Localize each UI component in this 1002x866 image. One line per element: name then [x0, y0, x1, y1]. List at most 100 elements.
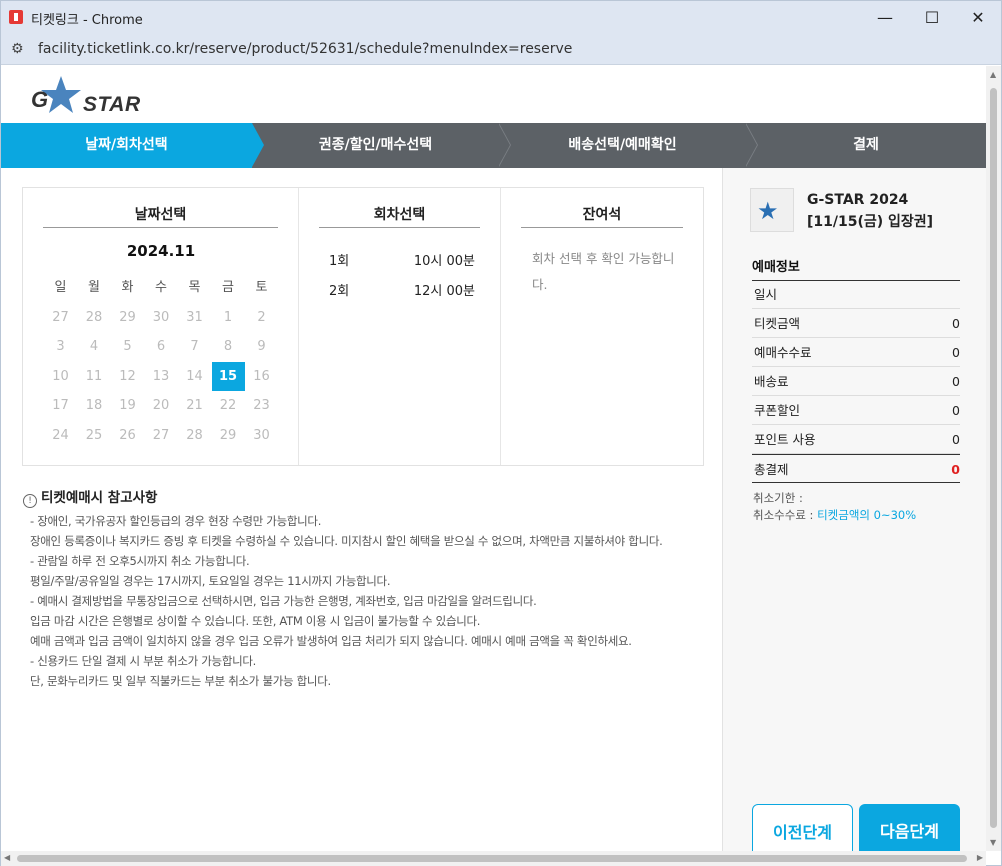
weekday-label: 일 [54, 280, 67, 295]
calendar-day: 26 [119, 427, 136, 443]
total-payment-label: 총결제 [754, 462, 789, 477]
session-round: 2회 [329, 284, 350, 299]
scroll-left-icon[interactable]: ◀ [4, 853, 10, 862]
scroll-right-icon[interactable]: ▶ [977, 853, 983, 862]
summary-value: 0 [952, 316, 960, 331]
maximize-button[interactable]: ☐ [909, 1, 955, 34]
step-navigation: 날짜/회차선택 권종/할인/매수선택 배송선택/예매확인 결제 [1, 123, 986, 168]
summary-row: 쿠폰할인 0 [752, 396, 960, 425]
weekday-label: 토 [255, 280, 268, 295]
summary-value: 0 [952, 345, 960, 360]
calendar-day: 27 [52, 309, 69, 325]
calendar-day: 28 [85, 309, 103, 325]
horizontal-scrollbar[interactable]: ◀ ▶ [1, 851, 986, 866]
note-line: 단, 문화누리카드 및 일부 직불카드는 부분 취소가 불가능 합니다. [30, 674, 331, 688]
cancel-policy: 취소기한 : 취소수수료 : 티켓금액의 0~30% [753, 490, 916, 524]
cancel-deadline-label: 취소기한 : [753, 491, 803, 505]
summary-row: 포인트 사용 0 [752, 425, 960, 454]
calendar-day: 30 [253, 427, 270, 443]
weekday-label: 수 [155, 280, 167, 295]
note-line: 입금 마감 시간은 은행별로 상이할 수 있습니다. 또한, ATM 이용 시 … [30, 614, 481, 628]
gstar-star-icon: G [31, 76, 81, 113]
summary-label: 쿠폰할인 [754, 403, 801, 418]
weekday-label: 화 [121, 280, 134, 295]
close-window-button[interactable]: ✕ [955, 1, 1001, 34]
calendar-day: 19 [119, 398, 136, 413]
calendar-day: 21 [186, 398, 203, 413]
calendar-day: 13 [152, 368, 170, 384]
summary-row: 배송료 0 [752, 367, 960, 396]
session-time: 10시 00분 [413, 254, 475, 269]
address-bar: ⚙ facility.ticketlink.co.kr/reserve/prod… [1, 34, 1001, 65]
session-option[interactable]: 1회 10시 00분 [329, 250, 475, 270]
next-step-button[interactable]: 다음단계 [859, 804, 960, 851]
browser-window: 티켓링크 - Chrome — ☐ ✕ ⚙ facility.ticketlin… [0, 0, 1002, 866]
calendar-day: 14 [186, 368, 203, 384]
step-1: 날짜/회차선택 [1, 123, 252, 168]
remaining-seats-heading: 잔여석 [521, 204, 683, 228]
calendar-day: 12 [119, 368, 136, 384]
calendar-day: 9 [257, 339, 266, 354]
selection-box: 날짜선택 회차선택 잔여석 2024.11 일 월 화 수 목 금 토 27 28 29 30 31 1… [22, 187, 704, 466]
gstar-logo[interactable]: G STAR [31, 74, 161, 116]
calendar-day: 1 [223, 309, 233, 325]
session-select-heading: 회차선택 [319, 204, 480, 228]
divider [500, 188, 501, 465]
notes-list: - 장애인, 국가유공자 할인등급의 경우 현장 수령만 가능합니다. 장애인 등… [30, 511, 710, 691]
horizontal-scroll-thumb[interactable] [17, 855, 967, 862]
product-title: G-STAR 2024 [11/15(금) 입장권] [807, 192, 934, 230]
calendar-day: 6 [156, 339, 166, 354]
scroll-down-icon[interactable]: ▼ [990, 838, 996, 847]
scroll-up-icon[interactable]: ▲ [990, 70, 996, 79]
session-time: 12시 00분 [413, 284, 475, 299]
calendar-day: 24 [52, 427, 69, 443]
minimize-button[interactable]: — [862, 1, 908, 34]
total-payment-value: 0 [951, 462, 960, 477]
divider [298, 188, 299, 465]
notes-title: ! 티켓예매시 참고사항 [23, 486, 157, 508]
summary-row: 일시 [752, 280, 960, 309]
summary-value: 0 [952, 432, 960, 447]
star-icon: ★ [757, 197, 779, 225]
weekday-label: 목 [188, 280, 201, 295]
step-4: 결제 [853, 137, 879, 153]
calendar-day: 27 [152, 427, 170, 443]
prev-step-button[interactable]: 이전단계 [752, 804, 853, 851]
total-payment-row: 총결제 0 [752, 454, 960, 483]
step-2: 권종/할인/매수선택 [318, 137, 433, 153]
cancel-fee-label: 취소수수료 : [753, 508, 814, 522]
logo-text: STAR [83, 93, 141, 116]
date-select-heading: 날짜선택 [43, 204, 278, 228]
calendar-day: 11 [85, 368, 103, 384]
summary-label: 티켓금액 [754, 316, 801, 331]
vertical-scrollbar[interactable]: ▲ ▼ [986, 66, 1001, 851]
calendar-day: 29 [219, 427, 237, 443]
calendar-day: 22 [219, 398, 237, 413]
logo-prefix: G [31, 87, 48, 112]
calendar-day: 25 [85, 427, 103, 443]
note-line: 장애인 등록증이나 복지카드 증빙 후 티켓을 수령하실 수 있습니다. 미지참… [30, 534, 663, 548]
calendar-day: 8 [223, 339, 233, 354]
site-settings-icon[interactable]: ⚙ [11, 41, 24, 57]
session-round: 1회 [329, 254, 350, 269]
session-option[interactable]: 2회 12시 00분 [329, 280, 475, 300]
note-line: 평일/주말/공유일일 경우는 17시까지, 토요일일 경우는 11시까지 가능합… [30, 574, 391, 588]
summary-label: 배송료 [754, 374, 789, 389]
summary-label: 포인트 사용 [754, 432, 816, 447]
notes-title-text: 티켓예매시 참고사항 [41, 490, 158, 506]
vertical-scroll-thumb[interactable] [990, 88, 997, 828]
title-bar: 티켓링크 - Chrome — ☐ ✕ [1, 1, 1001, 34]
calendar-day: 5 [123, 339, 132, 354]
url-text[interactable]: facility.ticketlink.co.kr/reserve/produc… [38, 41, 572, 57]
note-line: - 신용카드 단일 결제 시 부분 취소가 가능합니다. [30, 654, 257, 668]
note-line: - 예매시 결제방법을 무통장입금으로 선택하시면, 입금 가능한 은행명, 계… [30, 594, 537, 608]
calendar-month: 2024.11 [126, 242, 196, 260]
cancel-fee-value: 티켓금액의 0~30% [817, 508, 917, 522]
reservation-info-heading: 예매정보 [752, 256, 960, 281]
calendar-day: 30 [152, 309, 170, 325]
product-poster: ★ [750, 188, 794, 232]
ticketlink-app-icon [9, 10, 23, 24]
calendar-day-selected[interactable]: 15 [211, 361, 245, 391]
summary-value: 0 [952, 374, 960, 389]
calendar-day: 4 [89, 339, 99, 354]
